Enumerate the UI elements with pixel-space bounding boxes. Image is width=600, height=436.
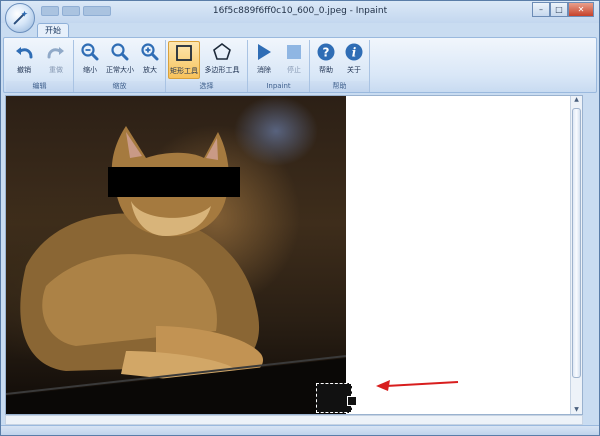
tab-start[interactable]: 开始 bbox=[37, 23, 69, 37]
redo-label: 重做 bbox=[49, 66, 63, 74]
maximize-button[interactable]: □ bbox=[550, 2, 568, 17]
vertical-scrollbar[interactable]: ▲ ▼ bbox=[570, 96, 582, 414]
status-bar bbox=[1, 425, 599, 435]
horizontal-scrollbar[interactable] bbox=[5, 415, 583, 425]
rect-tool-button[interactable]: 矩形工具 bbox=[168, 41, 200, 79]
image-canvas[interactable]: ▲ ▼ bbox=[5, 95, 583, 415]
svg-text:?: ? bbox=[323, 46, 330, 60]
svg-text:i: i bbox=[352, 46, 357, 60]
scroll-down-arrow-icon[interactable]: ▼ bbox=[571, 406, 582, 414]
group-label-edit: 编辑 bbox=[6, 81, 73, 92]
rect-tool-label: 矩形工具 bbox=[170, 67, 198, 75]
undo-icon bbox=[13, 41, 35, 63]
group-label-help: 帮助 bbox=[310, 81, 369, 92]
window-controls: – □ ✕ bbox=[532, 2, 594, 17]
ribbon-group-select: 矩形工具 多边形工具 选择 bbox=[166, 40, 248, 92]
scrollbar-thumb[interactable] bbox=[572, 108, 581, 378]
selection-mask-watermark[interactable] bbox=[316, 383, 357, 413]
minimize-button[interactable]: – bbox=[532, 2, 550, 17]
group-label-select: 选择 bbox=[166, 81, 247, 92]
ribbon-tab-strip: 开始 bbox=[1, 23, 599, 37]
about-button[interactable]: i 关于 bbox=[338, 41, 370, 79]
polygon-icon bbox=[211, 41, 233, 63]
selection-mask-rectangle[interactable] bbox=[108, 167, 240, 197]
app-window: 16f5c889f6ff0c10_600_0.jpeg - Inpaint – … bbox=[0, 0, 600, 436]
zoom-out-button[interactable]: 缩小 bbox=[74, 41, 106, 79]
group-label-zoom: 缩放 bbox=[74, 81, 165, 92]
stop-button[interactable]: 停止 bbox=[278, 41, 310, 79]
close-button[interactable]: ✕ bbox=[568, 2, 594, 17]
cat-photo bbox=[6, 96, 346, 414]
title-bar: 16f5c889f6ff0c10_600_0.jpeg - Inpaint – … bbox=[1, 1, 599, 23]
app-menu-button[interactable] bbox=[5, 3, 35, 33]
zoom-in-icon bbox=[139, 41, 161, 63]
erase-label: 消除 bbox=[257, 66, 271, 74]
play-icon bbox=[253, 41, 275, 63]
redo-icon bbox=[45, 41, 67, 63]
actual-size-label: 正常大小 bbox=[106, 66, 134, 74]
zoom-in-label: 放大 bbox=[143, 66, 157, 74]
ribbon: 撤销 重做 编辑 缩小 正常大小 放大 缩放 矩形工具 多边形工具 选择 消除 … bbox=[3, 37, 597, 93]
help-label: 帮助 bbox=[319, 66, 333, 74]
magnifier-icon bbox=[109, 41, 131, 63]
zoom-out-label: 缩小 bbox=[83, 66, 97, 74]
magic-wand-icon bbox=[13, 10, 28, 25]
stop-icon bbox=[283, 41, 305, 63]
zoom-in-button[interactable]: 放大 bbox=[134, 41, 166, 79]
ribbon-group-help: ? 帮助 i 关于 帮助 bbox=[310, 40, 370, 92]
zoom-out-icon bbox=[79, 41, 101, 63]
erase-button[interactable]: 消除 bbox=[248, 41, 280, 79]
polygon-tool-label: 多边形工具 bbox=[204, 66, 240, 74]
about-label: 关于 bbox=[347, 66, 361, 74]
cat-illustration bbox=[6, 126, 346, 414]
info-icon: i bbox=[343, 41, 365, 63]
stop-label: 停止 bbox=[287, 66, 301, 74]
rectangle-icon bbox=[173, 42, 195, 64]
actual-size-button[interactable]: 正常大小 bbox=[104, 41, 136, 79]
window-title: 16f5c889f6ff0c10_600_0.jpeg - Inpaint bbox=[212, 6, 388, 16]
scroll-up-arrow-icon[interactable]: ▲ bbox=[571, 96, 582, 106]
group-label-inpaint: Inpaint bbox=[248, 81, 309, 92]
undo-button[interactable]: 撤销 bbox=[8, 41, 40, 79]
ribbon-group-zoom: 缩小 正常大小 放大 缩放 bbox=[74, 40, 166, 92]
red-arrow-annotation bbox=[376, 380, 459, 391]
polygon-tool-button[interactable]: 多边形工具 bbox=[204, 41, 240, 79]
redo-button[interactable]: 重做 bbox=[40, 41, 72, 79]
ribbon-group-inpaint: 消除 停止 Inpaint bbox=[248, 40, 310, 92]
undo-label: 撤销 bbox=[17, 66, 31, 74]
question-icon: ? bbox=[315, 41, 337, 63]
ribbon-group-edit: 撤销 重做 编辑 bbox=[6, 40, 74, 92]
